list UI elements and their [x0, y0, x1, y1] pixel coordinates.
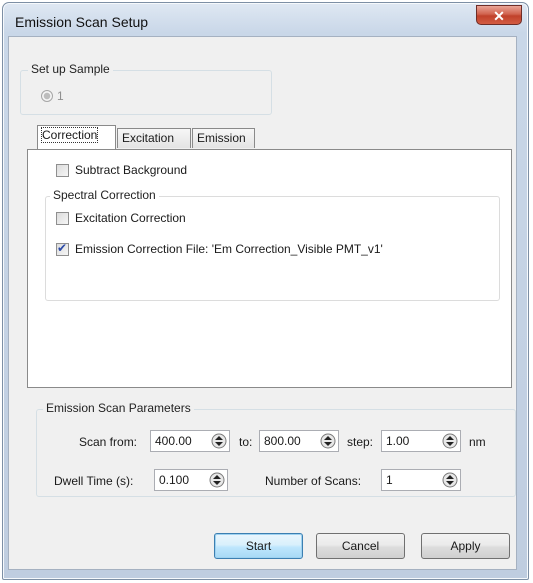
excitation-correction-label: Excitation Correction [75, 211, 186, 225]
checkbox-icon [56, 163, 69, 177]
step-value: 1.00 [386, 434, 410, 448]
num-scans-value: 1 [386, 473, 393, 487]
title-bar[interactable]: Emission Scan Setup ✕ [3, 3, 528, 37]
spinner-icon[interactable] [320, 433, 336, 449]
tab-correction-label: Correction [40, 127, 99, 143]
scan-to-value: 800.00 [264, 434, 301, 448]
checkbox-checked-icon [56, 241, 69, 256]
scan-from-value: 400.00 [155, 434, 192, 448]
to-label: to: [239, 435, 253, 449]
emission-correction-label: Emission Correction File: 'Em Correction… [75, 242, 383, 256]
dwell-time-value: 0.100 [159, 473, 190, 487]
spinner-icon[interactable] [209, 472, 225, 488]
close-icon: ✕ [493, 8, 505, 24]
scan-from-spinbox[interactable]: 400.00 [150, 430, 230, 452]
tab-correction[interactable]: Correction [37, 125, 116, 149]
close-button[interactable]: ✕ [476, 5, 522, 25]
window-title: Emission Scan Setup [15, 14, 149, 30]
dwell-time-label: Dwell Time (s): [54, 474, 134, 488]
num-scans-label: Number of Scans: [265, 474, 362, 488]
apply-button[interactable]: Apply [421, 533, 510, 559]
subtract-background-label: Subtract Background [75, 163, 188, 177]
subtract-background-checkbox[interactable]: Subtract Background [56, 163, 187, 177]
sample-radio-label: 1 [57, 89, 64, 103]
checkbox-icon [56, 211, 69, 225]
tab-emission[interactable]: Emission [192, 128, 255, 148]
start-button[interactable]: Start [214, 533, 303, 559]
spinner-icon[interactable] [442, 472, 458, 488]
tab-emission-label: Emission [197, 131, 246, 145]
step-label: step: [347, 435, 374, 449]
cancel-button[interactable]: Cancel [316, 533, 405, 559]
unit-label: nm [469, 435, 486, 449]
sample-group-label: Set up Sample [28, 62, 113, 76]
num-scans-spinbox[interactable]: 1 [381, 469, 461, 491]
scan-params-label: Emission Scan Parameters [43, 401, 194, 415]
radio-dot-icon [41, 90, 53, 102]
excitation-correction-checkbox[interactable]: Excitation Correction [56, 211, 186, 225]
dwell-time-spinbox[interactable]: 0.100 [154, 469, 228, 491]
tab-excitation[interactable]: Excitation [117, 128, 191, 148]
scan-to-spinbox[interactable]: 800.00 [259, 430, 339, 452]
sample-radio[interactable]: 1 [41, 89, 64, 103]
spinner-icon[interactable] [211, 433, 227, 449]
spectral-correction-label: Spectral Correction [50, 188, 159, 202]
tab-excitation-label: Excitation [122, 131, 175, 145]
spinner-icon[interactable] [442, 433, 458, 449]
scan-from-label: Scan from: [79, 435, 138, 449]
step-spinbox[interactable]: 1.00 [381, 430, 461, 452]
emission-correction-checkbox[interactable]: Emission Correction File: 'Em Correction… [56, 241, 383, 256]
